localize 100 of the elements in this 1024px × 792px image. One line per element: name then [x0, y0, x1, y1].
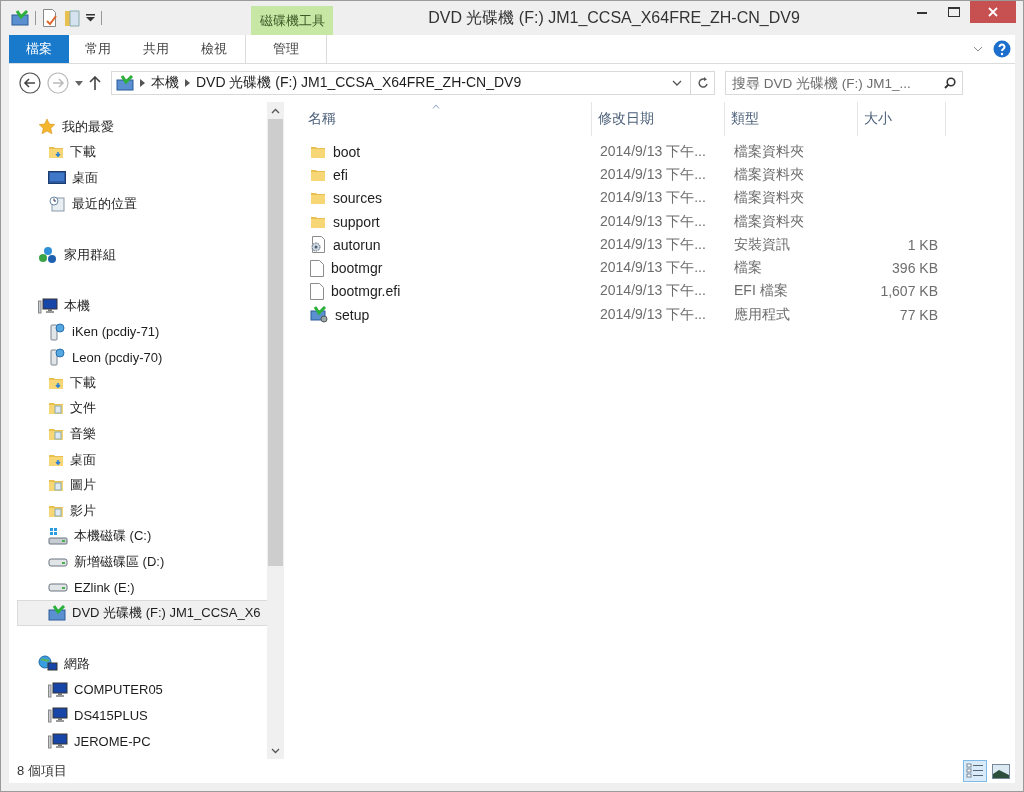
file-type: EFI 檔案 [733, 282, 789, 301]
nav-item[interactable]: DVD 光碟機 (F:) JM1_CCSA_X6 [17, 600, 267, 626]
ribbon-tab[interactable]: 共用 [127, 35, 185, 63]
nav-item[interactable]: Leon (pcdiy-70) [17, 344, 267, 370]
file-type: 檔案資料夾 [733, 142, 805, 161]
file-type: 檔案資料夾 [733, 165, 805, 184]
modified-date: 2014/9/13 下午... [599, 305, 707, 324]
modified-date: 2014/9/13 下午... [599, 282, 707, 301]
chevron-down-icon[interactable] [672, 80, 682, 86]
column-header[interactable]: 名稱 [302, 102, 592, 136]
minimize-icon [917, 10, 927, 14]
maximize-icon [948, 7, 960, 17]
chevron-down-icon[interactable] [973, 46, 983, 52]
file-type: 應用程式 [733, 305, 791, 324]
nav-item[interactable]: 本機 [17, 293, 267, 319]
drive-icon [48, 582, 68, 593]
properties-icon[interactable] [42, 9, 58, 27]
search-field[interactable]: 搜尋 DVD 光碟機 (F:) JM1_... [725, 71, 963, 95]
setup-icon [310, 306, 328, 324]
drive-icon [48, 556, 68, 567]
breadcrumb[interactable]: 本機 [151, 74, 179, 92]
close-button[interactable] [970, 1, 1016, 23]
file-name[interactable]: boot [333, 143, 361, 160]
computer-icon [48, 733, 68, 750]
dropdown-icon[interactable] [75, 80, 83, 86]
network-drive-icon [48, 348, 66, 367]
file-name[interactable]: efi [333, 166, 348, 183]
nav-item[interactable]: COMPUTER05 [17, 677, 267, 703]
nav-item[interactable]: 我的最愛 [17, 114, 267, 140]
address-bar[interactable]: 本機 DVD 光碟機 (F:) JM1_CCSA_X64FRE_ZH-CN_DV9 [111, 71, 715, 95]
dvd-drive-icon [48, 605, 66, 622]
ribbon-tab[interactable]: 檔案 [9, 35, 69, 63]
chevron-down-icon [271, 747, 280, 754]
file-name[interactable]: autorun [333, 236, 381, 253]
star-icon [38, 117, 56, 136]
column-header[interactable]: 修改日期 [592, 102, 725, 136]
modified-date: 2014/9/13 下午... [599, 212, 707, 231]
file-size: 1,607 KB [879, 283, 938, 300]
file-icon [310, 259, 324, 277]
homegroup-icon [38, 245, 58, 264]
column-header[interactable]: 類型 [725, 102, 858, 136]
nav-item[interactable]: DS415PLUS [17, 702, 267, 729]
back-button[interactable] [19, 72, 41, 94]
modified-date: 2014/9/13 下午... [599, 189, 707, 208]
refresh-icon [696, 76, 709, 90]
computer-icon [48, 681, 68, 698]
file-size: 1 KB [906, 236, 938, 253]
folder-icon [48, 400, 64, 417]
computer-icon [48, 707, 68, 724]
file-icon [310, 282, 324, 300]
network-drive-icon [48, 322, 66, 341]
modified-date: 2014/9/13 下午... [599, 259, 707, 278]
file-type: 檔案資料夾 [733, 212, 805, 231]
modified-date: 2014/9/13 下午... [599, 142, 707, 161]
breadcrumb-arrow-icon[interactable] [185, 79, 190, 87]
folder-download-icon [48, 144, 64, 161]
dropdown-icon[interactable] [86, 14, 95, 22]
file-name[interactable]: setup [335, 306, 370, 323]
dvd-drive-icon [116, 75, 134, 91]
nav-item[interactable]: 本機磁碟 (C:) [17, 523, 267, 550]
breadcrumb[interactable]: DVD 光碟機 (F:) JM1_CCSA_X64FRE_ZH-CN_DV9 [196, 74, 522, 92]
close-icon [988, 7, 998, 17]
help-icon[interactable] [993, 40, 1011, 58]
nav-item[interactable]: 新增磁碟區 (D:) [17, 549, 267, 575]
nav-item[interactable]: iKen (pcdiy-71) [17, 318, 267, 345]
folder-icon [310, 190, 326, 207]
file-name[interactable]: sources [333, 190, 383, 207]
recent-places-icon [48, 194, 66, 213]
ribbon-tab[interactable]: 常用 [69, 35, 127, 63]
file-size: 77 KB [898, 306, 938, 323]
nav-item[interactable]: EZlink (E:) [17, 574, 267, 601]
breadcrumb-arrow-icon[interactable] [140, 79, 145, 87]
search-icon[interactable] [944, 77, 956, 89]
ribbon-tab[interactable]: 管理 [245, 35, 327, 63]
details-view-button[interactable] [963, 760, 987, 782]
network-icon [38, 655, 58, 674]
file-size: 396 KB [891, 260, 938, 277]
column-header[interactable]: 大小 [858, 102, 946, 136]
nav-item[interactable]: 家用群組 [17, 241, 267, 268]
up-arrow-icon[interactable] [89, 76, 101, 90]
folder-icon [48, 477, 64, 494]
item-count: 8 個項目 [17, 762, 67, 780]
nav-item[interactable]: 網路 [17, 651, 267, 678]
modified-date: 2014/9/13 下午... [599, 235, 707, 254]
dvd-drive-icon [11, 10, 29, 26]
settings-file-icon [310, 236, 326, 254]
file-name[interactable]: support [333, 213, 380, 230]
file-type: 檔案資料夾 [733, 189, 805, 208]
file-name[interactable]: bootmgr.efi [331, 283, 401, 300]
nav-item[interactable]: JEROME-PC [17, 728, 267, 754]
computer-icon [38, 297, 58, 314]
windows-drive-icon [48, 527, 68, 546]
modified-date: 2014/9/13 下午... [599, 165, 707, 184]
file-name[interactable]: bootmgr [331, 260, 383, 277]
file-type: 安裝資訊 [733, 235, 791, 254]
ribbon-tab[interactable]: 檢視 [185, 35, 243, 63]
scrollbar-thumb[interactable] [268, 119, 283, 566]
file-type: 檔案 [733, 259, 763, 278]
chevron-up-icon [271, 107, 280, 114]
contextual-tab-group: 磁碟機工具 [251, 6, 333, 35]
